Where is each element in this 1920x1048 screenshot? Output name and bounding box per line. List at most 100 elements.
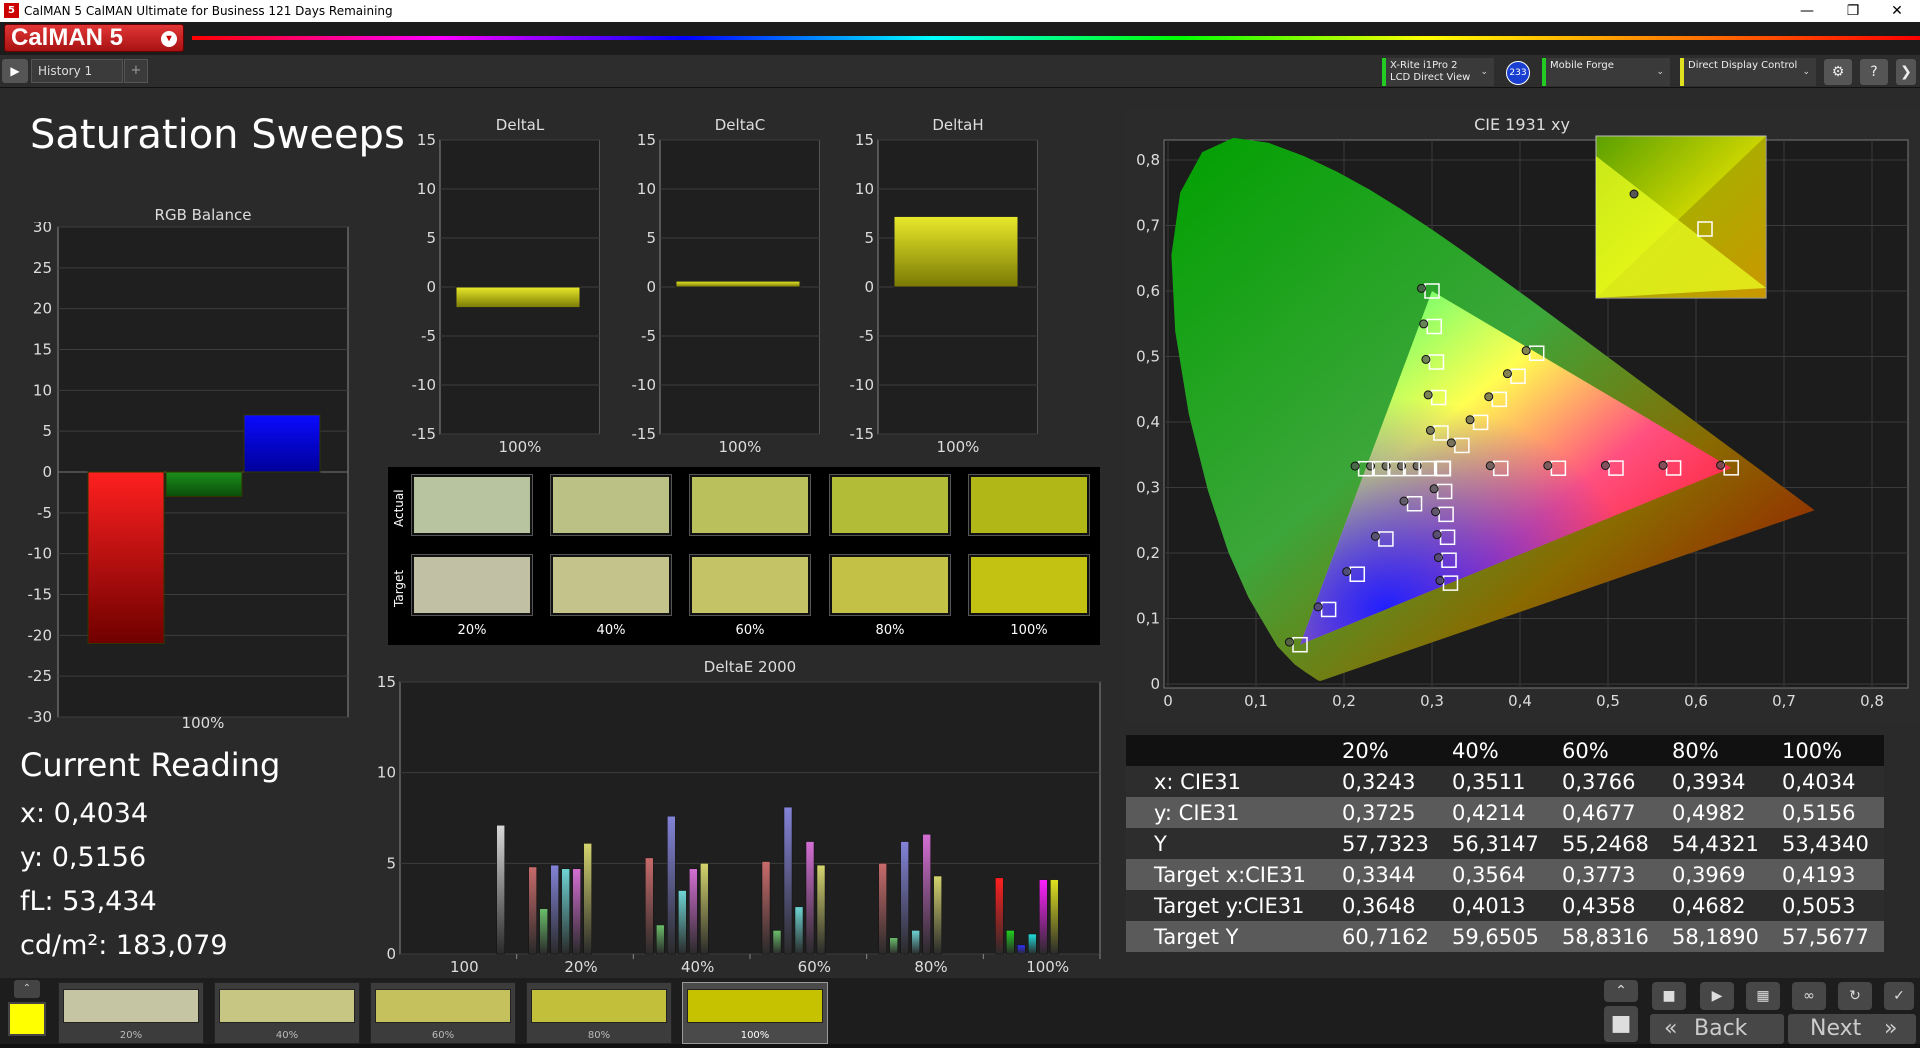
minimize-button[interactable]: — bbox=[1784, 0, 1830, 22]
check-icon[interactable]: ✓ bbox=[1884, 982, 1914, 1010]
table-header-cell bbox=[1126, 735, 1334, 766]
target-swatch bbox=[411, 554, 533, 616]
actual-label: Actual bbox=[392, 489, 406, 527]
page-title: Saturation Sweeps bbox=[30, 112, 405, 158]
step-button[interactable]: 20% bbox=[58, 982, 204, 1044]
step-label: 60% bbox=[431, 1030, 455, 1041]
measured-marker bbox=[1435, 576, 1445, 586]
deltae-bar bbox=[645, 857, 654, 955]
table-row: Target y:CIE31 0,3648 0,4013 0,4358 0,4682 0,… bbox=[1126, 890, 1884, 921]
table-cell: 57,5677 bbox=[1774, 921, 1884, 952]
play-measure-icon[interactable]: ▶ bbox=[1700, 982, 1734, 1010]
measured-marker bbox=[1432, 530, 1442, 540]
deltae-bar bbox=[889, 937, 898, 955]
film-icon[interactable]: ▦ bbox=[1746, 982, 1780, 1010]
cie-x-tick: 0,4 bbox=[1508, 692, 1532, 710]
table-header-cell: 40% bbox=[1444, 735, 1554, 766]
table-cell: 0,4193 bbox=[1774, 859, 1884, 890]
measured-marker bbox=[1543, 461, 1553, 471]
add-tab-button[interactable]: + bbox=[124, 59, 148, 83]
chevron-up-icon[interactable]: ⌃ bbox=[14, 980, 40, 998]
gear-icon[interactable]: ⚙ bbox=[1824, 59, 1852, 85]
deltae-bar bbox=[561, 868, 570, 955]
step-button[interactable]: 60% bbox=[370, 982, 516, 1044]
rgb-y-tick: 20 bbox=[33, 300, 52, 318]
measured-marker bbox=[1429, 484, 1439, 494]
table-row-label: x: CIE31 bbox=[1126, 766, 1334, 797]
delta-y-tick: 5 bbox=[646, 229, 656, 247]
back-button[interactable]: « Back bbox=[1650, 1014, 1784, 1044]
loop-icon[interactable]: ∞ bbox=[1792, 982, 1826, 1010]
deltae-x-tick: 20% bbox=[564, 958, 597, 974]
app-icon: 5 bbox=[4, 3, 19, 18]
rgb-x-label: 100% bbox=[182, 714, 225, 732]
deltae-bar bbox=[933, 875, 942, 955]
display-selector[interactable]: Direct Display Control ⌄ bbox=[1680, 58, 1816, 86]
measured-marker bbox=[1446, 438, 1456, 448]
cie-x-tick: 0,6 bbox=[1684, 692, 1708, 710]
chevron-right-icon[interactable]: ❯ bbox=[1896, 59, 1916, 85]
measured-marker bbox=[1502, 369, 1512, 379]
deltae-bar bbox=[496, 825, 505, 955]
delta-y-tick: 15 bbox=[855, 132, 874, 149]
table-cell: 0,3934 bbox=[1664, 766, 1774, 797]
deltae-x-tick: 80% bbox=[914, 958, 947, 974]
swatch-label: 60% bbox=[735, 623, 765, 638]
table-row: y: CIE31 0,3725 0,4214 0,4677 0,4982 0,5156 bbox=[1126, 797, 1884, 828]
logo-dropdown-icon[interactable]: ▾ bbox=[161, 31, 177, 47]
meter-selector[interactable]: X-Rite i1Pro 2 LCD Direct View ⌄ bbox=[1382, 58, 1494, 86]
delta-y-tick: 15 bbox=[417, 132, 436, 149]
calman-logo-menu[interactable]: CalMAN 5 ▾ bbox=[4, 24, 184, 52]
next-button[interactable]: Next » bbox=[1788, 1014, 1916, 1044]
deltae-bar bbox=[667, 815, 676, 955]
deltae-bar bbox=[816, 864, 826, 955]
back-label: Back bbox=[1694, 1016, 1748, 1041]
step-button[interactable]: 100% bbox=[682, 982, 828, 1044]
window-title: CalMAN 5 CalMAN Ultimate for Business 12… bbox=[24, 4, 393, 18]
delta-y-tick: -10 bbox=[632, 376, 657, 394]
tab-history-1[interactable]: History 1 bbox=[31, 59, 123, 83]
rgb-y-tick: 25 bbox=[33, 259, 52, 277]
deltae-bar bbox=[772, 930, 782, 955]
measured-marker bbox=[1419, 319, 1429, 329]
step-button[interactable]: 40% bbox=[214, 982, 360, 1044]
deltae-bar bbox=[1028, 933, 1037, 955]
actual-swatch bbox=[829, 474, 951, 536]
measured-marker bbox=[1342, 567, 1352, 577]
table-row: Target x:CIE31 0,3344 0,3564 0,3773 0,3969 0,… bbox=[1126, 859, 1884, 890]
restore-button[interactable]: ❐ bbox=[1830, 0, 1876, 22]
help-icon[interactable]: ? bbox=[1860, 59, 1888, 85]
source-name: Mobile Forge bbox=[1550, 60, 1614, 71]
next-arrow-icon: » bbox=[1884, 1016, 1898, 1041]
source-selector[interactable]: Mobile Forge ⌄ bbox=[1542, 58, 1670, 86]
measured-marker bbox=[1370, 531, 1380, 541]
cie-chart: CIE 1931 xy 0 0,1 0,2 0,3 0,4 0,5 0,6 0,7 0,8 0,8 0… bbox=[1124, 108, 1920, 724]
close-button[interactable]: ✕ bbox=[1874, 0, 1920, 22]
deltae-bar bbox=[700, 863, 709, 955]
deltae-x-tick: 40% bbox=[681, 958, 714, 974]
delta-x-label: 100% bbox=[719, 438, 762, 452]
deltae-x-tick: 100% bbox=[1026, 958, 1069, 974]
measured-marker bbox=[1421, 354, 1431, 364]
delta-y-tick: -5 bbox=[421, 327, 436, 345]
refresh-icon[interactable]: ↻ bbox=[1838, 982, 1872, 1010]
table-cell: 0,4034 bbox=[1774, 766, 1884, 797]
table-cell: 58,1890 bbox=[1664, 921, 1774, 952]
deltae-bar bbox=[539, 908, 548, 955]
measured-marker bbox=[1313, 602, 1323, 612]
stop-icon[interactable]: ■ bbox=[1604, 1006, 1638, 1042]
target-swatch bbox=[689, 554, 811, 616]
meter-mode: LCD Direct View bbox=[1390, 72, 1471, 83]
swatch-label: 20% bbox=[457, 623, 487, 638]
play-icon[interactable]: ▶ bbox=[2, 59, 28, 83]
step-button[interactable]: 80% bbox=[526, 982, 672, 1044]
cie-y-tick: 0,7 bbox=[1136, 217, 1160, 235]
chevron-up-icon[interactable]: ⌃ bbox=[1604, 980, 1638, 1002]
measured-marker bbox=[1399, 496, 1409, 506]
swatch-panel: Actual Target 20% 40% 60% 80% 100% bbox=[388, 467, 1100, 645]
back-arrow-icon: « bbox=[1664, 1016, 1678, 1041]
current-cdm2: cd/m²: 183,079 bbox=[20, 930, 228, 961]
stop-measure-icon[interactable]: ■ bbox=[1652, 982, 1686, 1010]
delta-y-tick: -5 bbox=[641, 327, 656, 345]
rgb-y-tick: 5 bbox=[42, 422, 52, 440]
